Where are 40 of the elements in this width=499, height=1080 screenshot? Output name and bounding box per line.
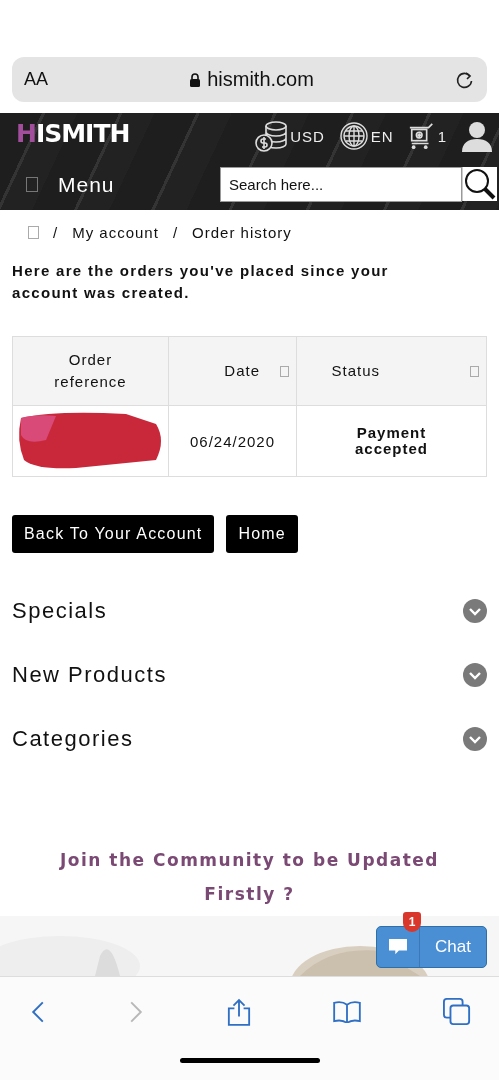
breadcrumb-separator: /	[172, 223, 179, 241]
globe-icon[interactable]	[338, 121, 369, 151]
site-logo[interactable]: HISMITH	[16, 118, 130, 148]
chevron-icon[interactable]	[463, 599, 487, 623]
column-header[interactable]: Order reference	[12, 336, 169, 406]
coins-icon[interactable]	[254, 119, 289, 153]
table-cell: Payment accepted	[296, 405, 487, 477]
nav-button[interactable]: Home	[226, 515, 298, 553]
share-icon[interactable]	[226, 997, 251, 1026]
bookmarks-icon[interactable]	[332, 1000, 361, 1023]
user-icon[interactable]	[461, 120, 493, 152]
chat-bubble-icon	[388, 938, 408, 956]
url-text: hismith.com	[207, 68, 314, 91]
breadcrumb-link[interactable]: My account	[72, 223, 159, 241]
intro-text: Here are the orders you've placed since your account was created.	[12, 261, 390, 303]
chevron-icon[interactable]	[463, 727, 487, 751]
tabs-icon[interactable]	[443, 997, 471, 1026]
search-icon[interactable]	[462, 167, 497, 201]
table-cell: 06/24/2020	[168, 405, 297, 477]
newsletter-title: Join the Community to be Updated Firstly ?	[58, 849, 441, 906]
breadcrumb-separator: /	[53, 223, 59, 241]
notification-badge: 1	[403, 912, 421, 932]
lock-icon	[189, 72, 202, 87]
text-size-button[interactable]: AA	[24, 69, 48, 90]
address-bar[interactable]: AA hismith.com	[12, 57, 487, 102]
cart-count: 1	[437, 127, 447, 145]
currency-label[interactable]: USD	[290, 127, 325, 145]
section-heading[interactable]: Categories	[12, 726, 134, 752]
language-label[interactable]: EN	[370, 127, 394, 145]
section-heading[interactable]: Specials	[12, 598, 108, 624]
cart-icon[interactable]	[407, 122, 436, 150]
nav-button[interactable]: Back To Your Account	[12, 515, 215, 553]
breadcrumb-link[interactable]: Order history	[192, 223, 292, 241]
reload-icon[interactable]	[455, 69, 475, 90]
section-heading[interactable]: New Products	[12, 662, 167, 688]
column-header[interactable]: Date	[168, 336, 297, 406]
chevron-icon[interactable]	[463, 663, 487, 687]
column-header[interactable]: Status	[296, 336, 487, 406]
menu-button[interactable]: Menu	[26, 172, 115, 197]
search-field[interactable]: Search here...	[220, 167, 462, 202]
